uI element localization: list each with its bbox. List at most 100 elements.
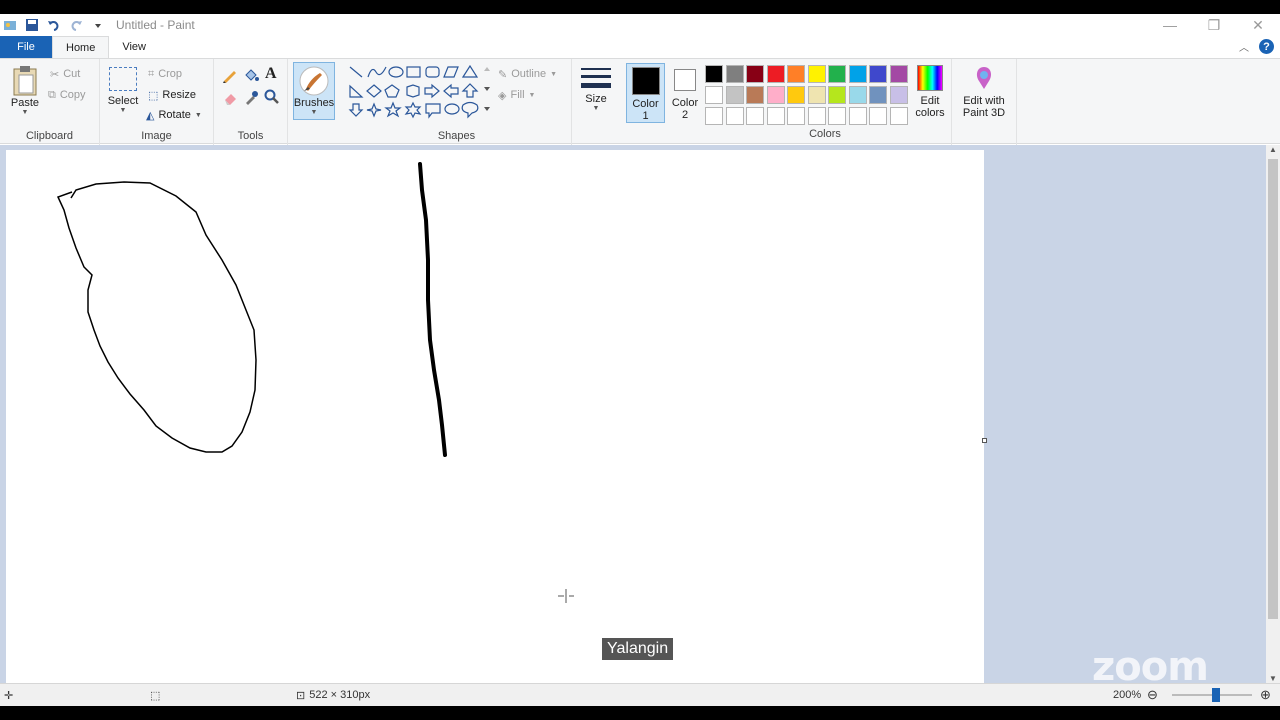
copy-button[interactable]: ⧉ Copy xyxy=(48,86,86,104)
ribbon-tabs: File Home View ︿ ? xyxy=(0,36,1280,58)
image-group: Select ▼ ⌗ Crop ⬚ Resize ◭ Rotate ▼ Imag… xyxy=(100,59,214,145)
fill-button[interactable]: ◈ Fill ▼ xyxy=(498,86,535,104)
palette-swatch[interactable] xyxy=(746,65,764,83)
restore-icon: ❐ xyxy=(1207,16,1221,33)
color1-number: 1 xyxy=(642,110,649,122)
tab-file[interactable]: File xyxy=(0,36,52,58)
collapse-ribbon-icon[interactable]: ︿ xyxy=(1239,39,1249,54)
palette-swatch[interactable] xyxy=(787,65,805,83)
eraser-icon[interactable] xyxy=(222,89,238,105)
edit-colors-button[interactable]: Edit colors xyxy=(912,65,948,119)
palette-swatch[interactable] xyxy=(787,86,805,104)
zoom-out-icon[interactable]: ⊖ xyxy=(1147,687,1158,703)
paste-label: Paste xyxy=(10,97,40,109)
palette-swatch[interactable] xyxy=(828,65,846,83)
palette-swatch[interactable] xyxy=(807,86,826,104)
palette-swatch[interactable] xyxy=(869,65,887,83)
color2-button[interactable]: Color 2 xyxy=(666,63,704,123)
size-group: Size ▼ xyxy=(572,59,620,145)
palette-swatch[interactable] xyxy=(705,86,723,104)
line-size-icon xyxy=(581,68,611,88)
palette-swatch[interactable] xyxy=(848,65,867,83)
window-title: Untitled - Paint xyxy=(116,18,195,32)
canvas-size-indicator: ⊡ 522 × 310px xyxy=(296,689,370,702)
pencil-icon[interactable] xyxy=(222,67,238,83)
palette-swatch[interactable] xyxy=(869,86,887,104)
scroll-down-icon[interactable]: ▼ xyxy=(1269,674,1277,683)
magnifier-icon[interactable] xyxy=(264,89,280,105)
size-button[interactable]: Size ▼ xyxy=(579,65,613,112)
palette-swatch[interactable] xyxy=(725,107,744,125)
canvas-resize-handle[interactable] xyxy=(982,438,987,443)
brushes-dropdown-icon: ▼ xyxy=(310,109,318,116)
select-label: Select xyxy=(107,95,139,107)
customize-qat-icon[interactable] xyxy=(90,17,106,33)
brushes-button[interactable]: Brushes ▼ xyxy=(293,62,335,120)
canvas-size-icon: ⊡ xyxy=(296,689,306,702)
minimize-icon: — xyxy=(1163,17,1177,33)
close-button[interactable]: ✕ xyxy=(1236,14,1280,36)
undo-icon[interactable] xyxy=(46,17,62,33)
zoom-slider-thumb[interactable] xyxy=(1212,688,1220,702)
fill-label: Fill xyxy=(510,89,525,101)
paste-button[interactable]: Paste ▼ xyxy=(8,63,42,116)
palette-swatch[interactable] xyxy=(787,107,805,125)
ribbon: Paste ▼ ✂ Cut ⧉ Copy Clipboard Select ▼ … xyxy=(0,58,1280,145)
fill-bucket-icon[interactable] xyxy=(243,67,259,83)
palette-swatch[interactable] xyxy=(746,86,764,104)
crop-label: Crop xyxy=(158,68,183,80)
select-button[interactable]: Select ▼ xyxy=(106,67,140,114)
palette-swatch[interactable] xyxy=(725,86,744,104)
palette-swatch[interactable] xyxy=(869,107,887,125)
clipboard-group: Paste ▼ ✂ Cut ⧉ Copy Clipboard xyxy=(0,59,100,145)
color-picker-icon[interactable] xyxy=(243,89,259,105)
crop-button[interactable]: ⌗ Crop xyxy=(148,65,182,83)
palette-swatch[interactable] xyxy=(807,65,826,83)
help-icon[interactable]: ? xyxy=(1259,39,1274,54)
palette-swatch[interactable] xyxy=(705,65,723,83)
resize-icon: ⬚ xyxy=(148,89,159,102)
palette-swatch[interactable] xyxy=(889,65,908,83)
outline-button[interactable]: ✎ Outline ▼ xyxy=(498,65,557,83)
palette-swatch[interactable] xyxy=(848,107,867,125)
rotate-button[interactable]: ◭ Rotate ▼ xyxy=(146,106,202,124)
palette-swatch[interactable] xyxy=(705,107,723,125)
color2-label: Color xyxy=(671,97,699,109)
minimize-button[interactable]: — xyxy=(1148,14,1192,36)
palette-swatch[interactable] xyxy=(889,86,908,104)
zoom-in-icon[interactable]: ⊕ xyxy=(1260,687,1271,703)
color1-swatch xyxy=(631,67,660,95)
selection-size-icon: ⬚ xyxy=(150,689,161,702)
palette-swatch[interactable] xyxy=(746,107,764,125)
cut-label: Cut xyxy=(63,68,81,80)
palette-swatch[interactable] xyxy=(889,107,908,125)
palette-swatch[interactable] xyxy=(828,107,846,125)
restore-button[interactable]: ❐ xyxy=(1192,14,1236,36)
cut-button[interactable]: ✂ Cut xyxy=(50,65,80,83)
zoom-slider[interactable] xyxy=(1172,688,1252,702)
scroll-up-icon[interactable]: ▲ xyxy=(1269,145,1277,154)
palette-swatch[interactable] xyxy=(766,86,785,104)
scrollbar-thumb[interactable] xyxy=(1268,159,1278,619)
vertical-scrollbar[interactable]: ▲ ▼ xyxy=(1266,145,1280,683)
tools-group-label: Tools xyxy=(237,130,264,142)
palette-swatch[interactable] xyxy=(766,65,785,83)
palette-swatch[interactable] xyxy=(848,86,867,104)
color1-button[interactable]: Color 1 xyxy=(626,63,665,123)
palette-swatch[interactable] xyxy=(725,65,744,83)
tab-home[interactable]: Home xyxy=(52,36,110,58)
shapes-gallery[interactable] xyxy=(346,63,492,123)
palette-swatch[interactable] xyxy=(828,86,846,104)
tab-view[interactable]: View xyxy=(109,36,159,58)
resize-button[interactable]: ⬚ Resize xyxy=(148,86,196,104)
palette-swatch[interactable] xyxy=(807,107,826,125)
text-tool-icon[interactable]: A xyxy=(265,65,277,83)
paint-app-icon[interactable] xyxy=(2,17,18,33)
clipboard-group-label: Clipboard xyxy=(25,130,74,142)
redo-icon[interactable] xyxy=(68,17,84,33)
save-icon[interactable] xyxy=(24,17,40,33)
drawing-canvas[interactable] xyxy=(6,150,984,683)
select-icon xyxy=(109,67,137,91)
palette-swatch[interactable] xyxy=(766,107,785,125)
edit-with-paint3d-button[interactable]: Edit with Paint 3D xyxy=(956,65,1012,119)
